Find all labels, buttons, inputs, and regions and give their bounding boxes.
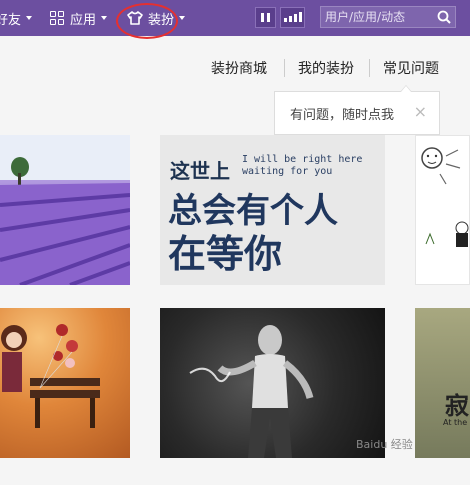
card-text-line4: 在等你 (168, 232, 283, 276)
link-my-dress[interactable]: 我的装扮 (298, 58, 354, 78)
divider (369, 59, 370, 77)
tooltip-arrow-inner (401, 86, 411, 92)
theme-card-cartoon[interactable] (415, 135, 470, 285)
nav-friends[interactable]: 好友 (0, 0, 33, 36)
theme-card-lavender[interactable] (0, 135, 130, 285)
apps-grid-icon (50, 11, 64, 25)
dancer-image (189, 325, 314, 458)
baidu-watermark: Baidu 经验 (356, 438, 413, 451)
link-dress-mall[interactable]: 装扮商城 (211, 58, 267, 78)
link-faq[interactable]: 常见问题 (383, 58, 439, 78)
close-icon[interactable]: × (414, 102, 427, 122)
cartoon-sun-image (421, 147, 469, 247)
search-icon[interactable] (433, 7, 455, 27)
theme-card-dancer[interactable] (160, 308, 385, 458)
help-tooltip: 有问题，随时点我 × (274, 91, 440, 135)
nav-apps-label: 应用 (70, 12, 97, 28)
top-bar: 好友 应用 装扮 (0, 0, 470, 36)
card-text-line1: 这世上 (170, 159, 230, 183)
theme-card-waiting[interactable]: 这世上 I will be right here waiting for you … (160, 135, 385, 285)
chevron-down-icon (26, 16, 33, 20)
theme-card-lonely[interactable]: 寂 At the (415, 308, 470, 458)
chevron-down-icon (101, 16, 108, 20)
autumn-girl-image (1, 324, 100, 428)
highlight-circle (116, 3, 178, 39)
nav-apps[interactable]: 应用 (50, 0, 108, 36)
search-input[interactable] (325, 10, 433, 24)
card-text-big: 寂 (445, 392, 469, 420)
tooltip-text: 有问题，随时点我 (290, 107, 395, 123)
pause-button[interactable] (255, 7, 276, 28)
card-text-line2: I will be right here waiting for you (242, 154, 363, 177)
lavender-field-image (0, 135, 130, 285)
signal-bars-button[interactable] (280, 7, 305, 28)
theme-card-autumn-girl[interactable] (0, 308, 130, 458)
chevron-down-icon (179, 16, 186, 20)
nav-friends-label: 好友 (0, 12, 22, 28)
card-text-small: At the (443, 418, 468, 427)
divider (284, 59, 285, 77)
search-box (320, 6, 456, 28)
sub-nav: 装扮商城 我的装扮 常见问题 (0, 58, 470, 78)
